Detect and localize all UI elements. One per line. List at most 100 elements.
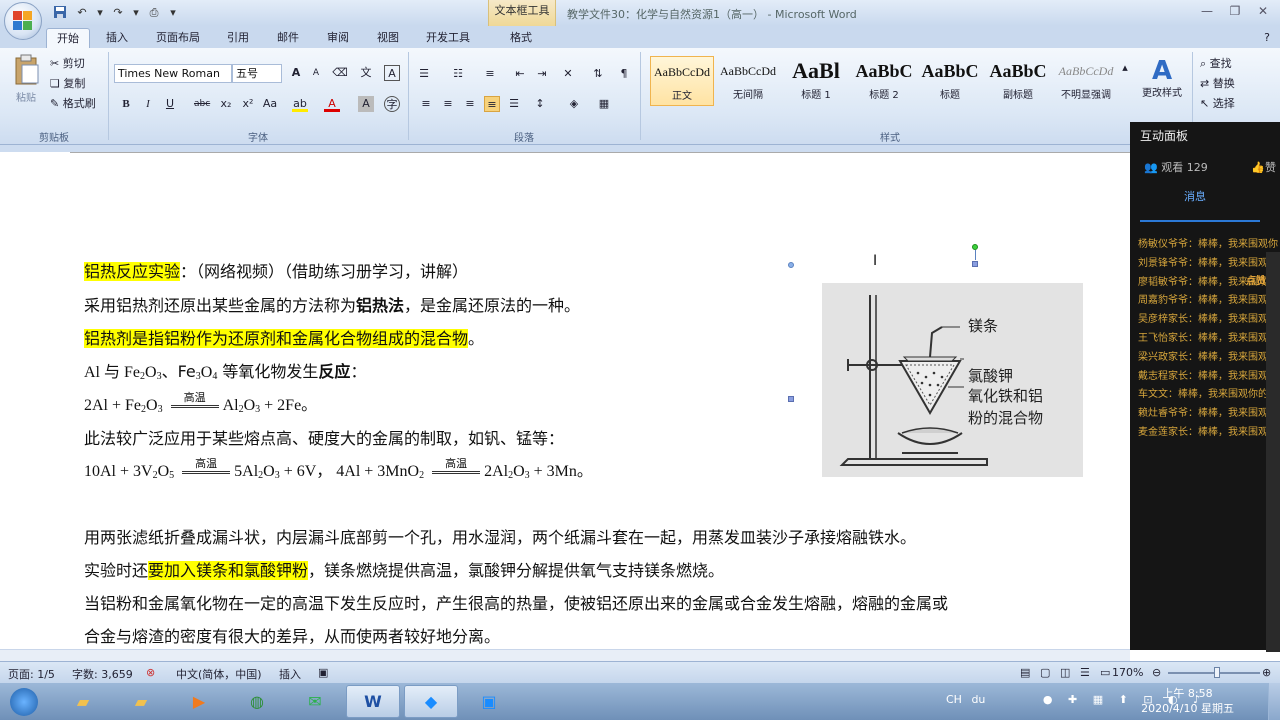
tab-home[interactable]: 开始 — [46, 28, 90, 48]
show-desktop-button[interactable] — [1268, 683, 1280, 720]
clear-format-icon[interactable]: ⌫ — [332, 65, 348, 81]
tab-developer[interactable]: 开发工具 — [418, 28, 478, 48]
insert-mode[interactable]: 插入 — [279, 666, 301, 682]
tab-messages[interactable]: 消息 — [1130, 188, 1260, 204]
zoom-out-icon[interactable]: ⊖ — [1152, 666, 1161, 679]
multilevel-list-icon[interactable]: ≡ — [482, 66, 498, 82]
zoom-level[interactable]: 170% — [1112, 666, 1143, 679]
borders-icon[interactable]: ▦ — [596, 96, 612, 112]
style-normal[interactable]: AaBbCcDd 正文 — [650, 56, 714, 106]
horizontal-scrollbar[interactable] — [0, 649, 1130, 661]
ime-indicator[interactable]: CH — [946, 693, 962, 706]
bullets-icon[interactable]: ☰ — [416, 66, 432, 82]
bold-icon[interactable]: B — [118, 96, 134, 112]
shrink-font-icon[interactable]: A — [308, 65, 324, 81]
font-color-icon[interactable]: A — [324, 96, 340, 112]
font-size-combo[interactable]: 五号 — [232, 64, 282, 83]
textbox-handle[interactable] — [788, 396, 794, 402]
phonetic-guide-icon[interactable]: 文 — [358, 65, 374, 81]
line-spacing-icon[interactable]: ↕ — [532, 96, 548, 112]
tab-review[interactable]: 审阅 — [318, 28, 358, 48]
help-icon[interactable]: ? — [1258, 28, 1276, 48]
align-center-icon[interactable]: ≡ — [440, 96, 456, 112]
save-icon[interactable] — [52, 5, 68, 21]
proofing-icon[interactable]: ⊗ — [146, 666, 155, 679]
taskbar-media-player[interactable]: ▶ — [172, 685, 226, 718]
decrease-indent-icon[interactable]: ⇤ — [512, 66, 528, 82]
tab-view[interactable]: 视图 — [368, 28, 408, 48]
word-count[interactable]: 字数: 3,659 — [72, 666, 133, 682]
highlight-icon[interactable]: ab — [292, 96, 308, 112]
char-border-icon[interactable]: A — [384, 65, 400, 81]
undo-icon[interactable]: ↶ — [74, 5, 90, 21]
clock[interactable]: 上午 8:58 2020/4/10 星期五 — [1141, 686, 1234, 716]
find-button[interactable]: ⌕ 查找 — [1200, 56, 1232, 72]
thermite-apparatus-figure[interactable]: 镁条 氯酸钾 氧化铁和铝 粉的混合物 — [822, 283, 1083, 477]
like-button[interactable]: 👍赞 — [1251, 159, 1276, 175]
redo-icon[interactable]: ↷ — [110, 5, 126, 21]
grow-font-icon[interactable]: A — [288, 65, 304, 81]
taskbar-word[interactable]: W — [346, 685, 400, 718]
view-draft-icon[interactable]: ▭ — [1100, 666, 1110, 679]
tab-references[interactable]: 引用 — [218, 28, 258, 48]
print-preview-icon[interactable]: ⎙ — [146, 5, 162, 21]
style-heading-1[interactable]: AaBl 标题 1 — [784, 56, 848, 106]
page-indicator[interactable]: 页面: 1/5 — [8, 666, 55, 682]
align-left-icon[interactable]: ≡ — [418, 96, 434, 112]
char-shading-icon[interactable]: A — [358, 96, 374, 112]
undo-dropdown-icon[interactable]: ▾ — [96, 5, 104, 21]
replace-button[interactable]: ⇄ 替换 — [1200, 76, 1235, 92]
increase-indent-icon[interactable]: ⇥ — [534, 66, 550, 82]
zoom-slider-thumb[interactable] — [1214, 667, 1220, 678]
numbering-icon[interactable]: ☷ — [450, 66, 466, 82]
view-web-icon[interactable]: ◫ — [1060, 666, 1070, 679]
style-subtle-emphasis[interactable]: AaBbCcDd 不明显强调 — [1054, 56, 1118, 106]
customize-qat-icon[interactable]: ▾ — [168, 5, 178, 21]
underline-icon[interactable]: U — [162, 96, 178, 112]
tab-page-layout[interactable]: 页面布局 — [148, 28, 208, 48]
zoom-in-icon[interactable]: ⊕ — [1262, 666, 1271, 679]
style-title[interactable]: AaBbC 标题 — [918, 56, 982, 106]
select-button[interactable]: ↖ 选择 — [1200, 96, 1235, 112]
sort-icon[interactable]: ⇅ — [590, 66, 606, 82]
font-name-combo[interactable]: Times New Roman — [114, 64, 232, 83]
panel-scrollbar[interactable] — [1266, 252, 1280, 652]
redo-dropdown-icon[interactable]: ▾ — [132, 5, 140, 21]
justify-icon[interactable]: ≡ — [484, 96, 500, 112]
distributed-icon[interactable]: ☰ — [506, 96, 522, 112]
subscript-icon[interactable]: x₂ — [218, 96, 234, 112]
taskbar-browser[interactable]: ◍ — [230, 685, 284, 718]
italic-icon[interactable]: I — [140, 96, 156, 112]
close-icon[interactable]: ✕ — [1250, 2, 1276, 20]
style-no-spacing[interactable]: AaBbCcDd 无间隔 — [716, 56, 780, 106]
enclose-char-icon[interactable]: 字 — [384, 96, 400, 112]
taskbar-explorer[interactable]: ▰ — [56, 685, 110, 718]
textbox-handle[interactable] — [788, 262, 794, 268]
macro-record-icon[interactable]: ▣ — [318, 666, 328, 679]
textbox-handle[interactable] — [972, 261, 978, 267]
gallery-scroll-icon[interactable]: ▴ — [1120, 60, 1130, 76]
superscript-icon[interactable]: x² — [240, 96, 256, 112]
tab-mailings[interactable]: 邮件 — [268, 28, 308, 48]
taskbar-explorer-2[interactable]: ▰ — [114, 685, 168, 718]
paste-button[interactable]: 粘贴 — [10, 54, 42, 104]
format-painter-button[interactable]: ✎ 格式刷 — [50, 96, 96, 112]
copy-button[interactable]: ❏ 复制 — [50, 76, 85, 92]
view-outline-icon[interactable]: ☰ — [1080, 666, 1090, 679]
style-heading-2[interactable]: AaBbC 标题 2 — [852, 56, 916, 106]
taskbar-dingtalk[interactable]: ◆ — [404, 685, 458, 718]
chinese-layout-icon[interactable]: ✕ — [560, 66, 576, 82]
tab-format[interactable]: 格式 — [500, 28, 542, 48]
shading-icon[interactable]: ◈ — [566, 96, 582, 112]
strikethrough-icon[interactable]: abc — [194, 96, 210, 112]
align-right-icon[interactable]: ≡ — [462, 96, 478, 112]
baidu-ime-icon[interactable]: du — [971, 693, 985, 706]
style-subtitle[interactable]: AaBbC 副标题 — [986, 56, 1050, 106]
language-indicator[interactable]: 中文(简体，中国) — [176, 666, 262, 682]
cut-button[interactable]: ✂ 剪切 — [50, 56, 85, 72]
start-button[interactable] — [2, 685, 46, 718]
taskbar-live[interactable]: ▣ — [462, 685, 516, 718]
tab-insert[interactable]: 插入 — [96, 28, 138, 48]
change-styles-button[interactable]: A 更改样式 — [1138, 56, 1186, 102]
maximize-icon[interactable]: ❐ — [1222, 2, 1248, 20]
